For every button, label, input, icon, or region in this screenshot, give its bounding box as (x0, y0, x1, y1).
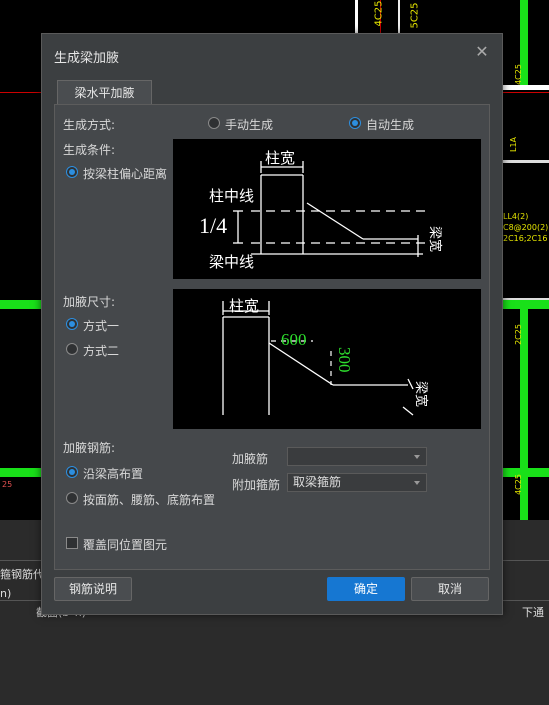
stirrup-select[interactable]: 取梁箍筋 (287, 473, 427, 492)
overwrite-checkbox[interactable] (66, 537, 78, 549)
condition-label: 生成条件: (63, 143, 116, 157)
radio-size-mode1[interactable] (66, 318, 78, 330)
radio-eccentric-label[interactable]: 按梁柱偏心距离 (83, 165, 167, 182)
white-wall (501, 85, 549, 90)
red-gridline (501, 92, 549, 93)
col-width-text: 柱宽 (229, 298, 259, 315)
radio-eccentric[interactable] (66, 166, 78, 178)
overwrite-label[interactable]: 覆盖同位置图元 (83, 536, 167, 553)
cad-label: 4C25 (513, 64, 523, 85)
cad-label: LL4(2) (503, 212, 529, 221)
cad-label: 2C16;2C16 (503, 234, 548, 243)
green-beam (0, 300, 41, 309)
panel-text: n) (0, 587, 12, 600)
radio-size-mode2[interactable] (66, 343, 78, 355)
chevron-down-icon (414, 455, 420, 459)
stirrup-value: 取梁箍筋 (293, 475, 342, 489)
beam-center-text: 梁中线 (209, 254, 254, 271)
dialog-title: 生成梁加腋 (54, 51, 120, 66)
dim-h-text: 600 (281, 330, 307, 349)
radio-along-height-label[interactable]: 沿梁高布置 (83, 465, 143, 482)
fraction-text: 1/4 (199, 213, 227, 238)
size-diagram: 柱宽 600 300 梁宽 (173, 289, 481, 429)
col-width-text: 柱宽 (265, 150, 295, 167)
cad-label: C8@200(2) (503, 223, 549, 232)
cad-label: 25 (2, 480, 13, 489)
close-icon[interactable]: ✕ (474, 44, 490, 60)
haunch-bar-select[interactable] (287, 447, 427, 466)
white-wall (501, 160, 549, 163)
red-gridline (0, 92, 41, 93)
mode-label: 生成方式: (63, 118, 116, 132)
condition-diagram-svg: 柱宽 柱中线 1/4 梁中线 梁宽 (199, 150, 443, 271)
rebar-label: 加腋钢筋: (63, 441, 116, 455)
column-header[interactable]: 下通 (522, 604, 544, 620)
white-wall (398, 0, 400, 33)
haunch-bar-label: 加腋筋 (232, 452, 269, 466)
stirrup-label: 附加箍筋 (232, 478, 281, 492)
ok-button[interactable]: 确定 (327, 577, 405, 601)
size-label: 加腋尺寸: (63, 295, 116, 309)
cad-label: 4C25 (513, 474, 523, 495)
col-center-text: 柱中线 (209, 188, 254, 205)
cancel-button[interactable]: 取消 (411, 577, 489, 601)
generate-haunch-dialog: 生成梁加腋 ✕ 梁水平加腋 生成方式: 手动生成 自动生成 生成条件: 按梁柱偏… (41, 33, 503, 615)
beam-width-text: 梁宽 (414, 381, 429, 407)
radio-by-bars[interactable] (66, 492, 78, 504)
tab-beam-horizontal-haunch[interactable]: 梁水平加腋 (57, 80, 152, 105)
radio-auto[interactable] (349, 117, 361, 129)
radio-auto-label[interactable]: 自动生成 (366, 116, 414, 133)
dim-v-text: 300 (335, 347, 354, 373)
radio-along-height[interactable] (66, 466, 78, 478)
radio-by-bars-label[interactable]: 按面筋、腰筋、底筋布置 (83, 491, 215, 508)
cad-label: L1A (509, 136, 519, 153)
radio-manual-label[interactable]: 手动生成 (225, 116, 273, 133)
radio-size-mode2-label[interactable]: 方式二 (83, 342, 119, 359)
cad-label: 2C25 (513, 324, 523, 345)
radio-manual[interactable] (208, 117, 220, 129)
green-beam (0, 468, 41, 477)
cad-label: 4C25 (373, 0, 385, 27)
white-wall (355, 0, 358, 33)
beam-width-text: 梁宽 (428, 226, 443, 252)
tab-panel: 生成方式: 手动生成 自动生成 生成条件: 按梁柱偏心距离 柱宽 柱中线 1/4… (54, 104, 490, 570)
cad-label: 5C25 (409, 2, 421, 29)
condition-diagram: 柱宽 柱中线 1/4 梁中线 梁宽 (173, 139, 481, 279)
size-diagram-svg: 柱宽 600 300 梁宽 (222, 298, 429, 416)
radio-size-mode1-label[interactable]: 方式一 (83, 317, 119, 334)
rebar-explain-button[interactable]: 钢筋说明 (54, 577, 132, 601)
chevron-down-icon (414, 481, 420, 485)
panel-text: 箍钢筋代 (0, 568, 44, 581)
